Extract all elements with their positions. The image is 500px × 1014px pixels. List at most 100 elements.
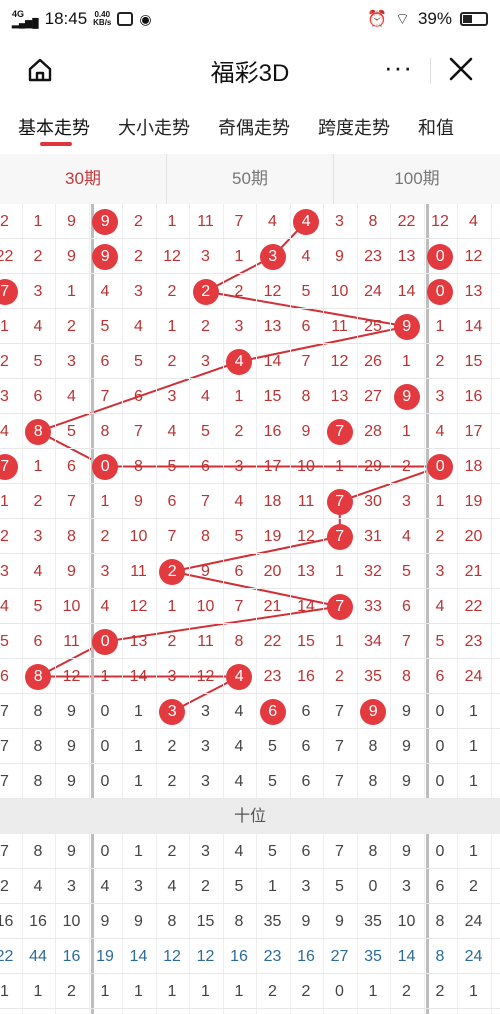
table-cell: 7 xyxy=(134,423,143,440)
table-cell: 8 xyxy=(435,948,445,965)
table-cell: 5 xyxy=(491,589,500,624)
period-30[interactable]: 30期 xyxy=(0,154,167,204)
table-cell: 20 xyxy=(464,528,483,545)
section-header: 十位 xyxy=(0,799,500,834)
table-cell: 8 xyxy=(368,773,378,790)
table-cell: 2 xyxy=(435,528,445,545)
table-cell: 2 xyxy=(167,633,177,650)
table-cell: 2 xyxy=(167,283,177,300)
winning-number-ball: 0 xyxy=(92,628,119,655)
table-cell: 7 xyxy=(301,353,311,370)
table-cell: 15 xyxy=(196,913,215,930)
table-cell: 9 xyxy=(134,493,143,510)
table-cell: 16 xyxy=(297,948,315,965)
period-50[interactable]: 50期 xyxy=(167,154,334,204)
table-cell: 2 xyxy=(167,843,177,860)
table-cell: 7 xyxy=(0,738,9,755)
winning-number-ball: 7 xyxy=(326,523,353,550)
table-cell: 10 xyxy=(297,458,315,475)
table-cell: 6 xyxy=(301,738,311,755)
table-cell: 1 xyxy=(469,843,478,860)
table-cell: 23 xyxy=(364,248,382,265)
table-cell: 12 xyxy=(297,528,315,545)
table-cell: 5 xyxy=(134,353,143,370)
table-cell: 4 xyxy=(0,598,9,615)
period-100[interactable]: 100期 xyxy=(334,154,500,204)
table-cell: 6 xyxy=(301,318,311,335)
table-cell: 1 xyxy=(100,493,110,510)
table-cell: 3 xyxy=(201,773,210,790)
table-cell: 1 xyxy=(469,703,478,720)
table-cell: 4 xyxy=(134,318,143,335)
table-cell: 34 xyxy=(364,633,382,650)
table-cell: 5 xyxy=(33,598,43,615)
trend-table[interactable]: 2192111741038221241192229321231114923130… xyxy=(0,204,500,1014)
more-icon[interactable]: ··· xyxy=(384,52,413,83)
table-cell: 8 xyxy=(134,458,143,475)
table-cell: 12 xyxy=(196,668,215,685)
table-cell: 2 xyxy=(402,983,411,1000)
table-cell: 10 xyxy=(129,528,148,545)
table-cell: 9 xyxy=(402,773,411,790)
table-cell: 2 xyxy=(0,528,9,545)
table-cell: 2 xyxy=(234,283,244,300)
table-cell: 1 xyxy=(134,843,143,860)
table-cell: 3 xyxy=(402,493,411,510)
table-cell: 13 xyxy=(263,318,282,335)
table-cell: 13 xyxy=(330,388,349,405)
table-cell: 5 xyxy=(234,878,244,895)
table-cell: 10 xyxy=(62,598,81,615)
table-cell: 11 xyxy=(63,633,80,650)
table-cell: 12 xyxy=(464,248,483,265)
table-cell: 7 xyxy=(0,773,9,790)
table-cell: 1 xyxy=(167,598,177,615)
table-cell: 23 xyxy=(263,948,282,965)
winning-number-ball: 8 xyxy=(25,418,52,445)
winning-number-ball: 2 xyxy=(159,558,186,585)
page-title: 福彩3D xyxy=(210,59,290,87)
table-cell: 4 xyxy=(469,213,478,230)
table-cell: 8 xyxy=(402,668,411,685)
table-cell: 1 xyxy=(402,353,411,370)
active-tab-indicator xyxy=(40,142,72,146)
table-cell: 24 xyxy=(464,913,483,930)
table-cell: 23 xyxy=(464,633,483,650)
tab-size-trend[interactable]: 大小走势 xyxy=(100,104,200,150)
table-cell: 9 xyxy=(67,738,76,755)
table-cell: 1 xyxy=(134,738,143,755)
net-speed: 0.40 KB/s xyxy=(93,10,112,27)
table-cell: 27 xyxy=(330,948,349,965)
close-icon[interactable] xyxy=(446,54,476,84)
tab-sum-trend[interactable]: 和值 xyxy=(400,104,500,150)
table-cell: 5 xyxy=(435,633,445,650)
clock: 18:45 xyxy=(44,9,88,28)
winning-number-ball: 7 xyxy=(326,593,353,620)
table-cell: 2 xyxy=(491,694,500,729)
tab-odd-even-trend[interactable]: 奇偶走势 xyxy=(200,104,300,150)
table-cell: 7 xyxy=(335,738,344,755)
table-cell: 4 xyxy=(100,878,110,895)
table-cell: 2 xyxy=(491,834,500,869)
winning-number-ball: 4 xyxy=(226,663,253,690)
table-cell: 8 xyxy=(368,738,378,755)
table-cell: 8 xyxy=(435,913,445,930)
table-cell: 1 xyxy=(134,703,143,720)
table-cell: 7 xyxy=(100,388,110,405)
table-cell: 3 xyxy=(435,563,445,580)
table-cell: 4 xyxy=(167,423,177,440)
winning-number-ball: 9 xyxy=(92,208,119,235)
table-cell: 12 xyxy=(129,598,148,615)
table-cell: 4 xyxy=(268,213,277,230)
divider xyxy=(430,58,431,84)
tab-span-trend[interactable]: 跨度走势 xyxy=(300,104,400,150)
table-cell: 1 xyxy=(67,283,76,300)
table-cell: 3 xyxy=(134,878,143,895)
table-cell: 1 xyxy=(335,633,344,650)
table-cell: 24 xyxy=(464,668,483,685)
wechat-icon: ◉ xyxy=(139,10,152,27)
table-cell: 2 xyxy=(402,458,411,475)
wifi-icon: ⌔ xyxy=(394,11,410,28)
table-cell: 0 xyxy=(335,983,344,1000)
table-cell: 3 xyxy=(201,248,210,265)
table-cell: 4 xyxy=(435,423,445,440)
